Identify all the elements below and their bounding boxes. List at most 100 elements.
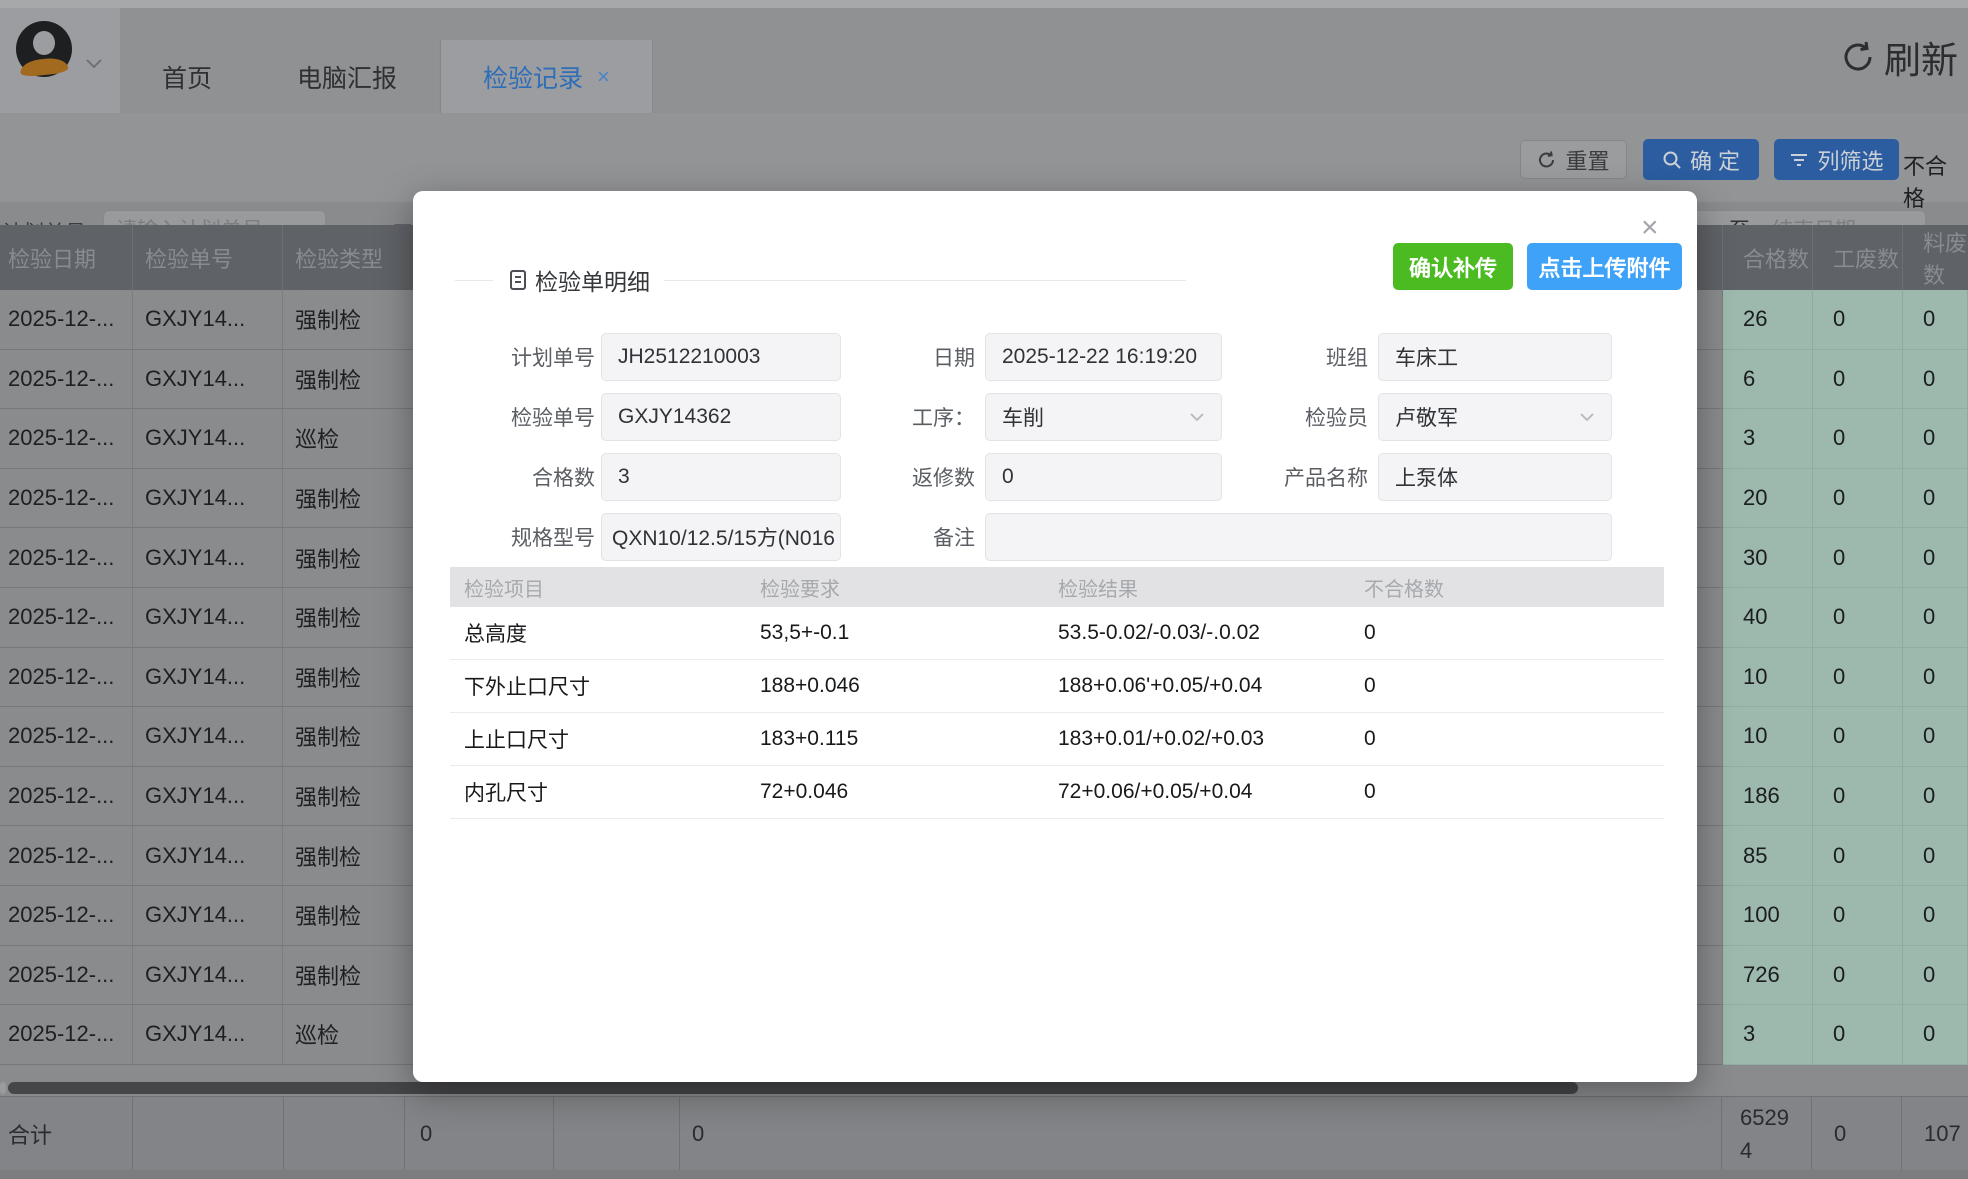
table-row[interactable]: 2025-12-...GXJY14...强制检 xyxy=(0,469,413,529)
cell-hidden xyxy=(1697,588,1723,648)
summary-value: 0 xyxy=(680,1097,1722,1171)
cell-type: 强制检 xyxy=(283,528,413,588)
inspection-item-row[interactable]: 下外止口尺寸188+0.046188+0.06'+0.05/+0.040 xyxy=(450,660,1664,713)
table-row[interactable]: 2025-12-...GXJY14...巡检 xyxy=(0,1005,413,1065)
column-header[interactable]: 检验单号 xyxy=(133,225,283,290)
cell-hidden xyxy=(1697,767,1723,827)
cell-order: GXJY14... xyxy=(133,409,283,469)
user-menu-chevron-down-icon[interactable] xyxy=(84,56,104,70)
table-row[interactable]: 2600 xyxy=(1697,290,1968,350)
refresh-button[interactable]: 刷新 xyxy=(1840,30,1958,84)
product-name-field[interactable]: 上泵体 xyxy=(1378,453,1612,501)
table-row[interactable]: 1000 xyxy=(1697,707,1968,767)
table-row[interactable]: 2025-12-...GXJY14...强制检 xyxy=(0,767,413,827)
table-row[interactable]: 2025-12-...GXJY14...强制检 xyxy=(0,648,413,708)
cell-date: 2025-12-... xyxy=(0,946,133,1006)
tab-computer-report[interactable]: 电脑汇报 xyxy=(255,40,440,113)
table-row[interactable]: 2025-12-...GXJY14...强制检 xyxy=(0,826,413,886)
plan-no-field[interactable]: JH2512210003 xyxy=(601,333,841,381)
table-row[interactable]: 3000 xyxy=(1697,528,1968,588)
cell-hidden xyxy=(1697,350,1723,410)
chevron-down-icon xyxy=(1189,412,1205,422)
cell-hidden xyxy=(1697,707,1723,767)
process-select-field[interactable]: 车削 xyxy=(985,393,1222,441)
inspection-item-row[interactable]: 内孔尺寸72+0.04672+0.06/+0.05/+0.040 xyxy=(450,766,1664,819)
cell-order: GXJY14... xyxy=(133,767,283,827)
cell-order: GXJY14... xyxy=(133,826,283,886)
cell-qualified: 3 xyxy=(1723,1005,1813,1065)
remark-field[interactable] xyxy=(985,513,1612,561)
modal-title: 检验单明细 xyxy=(509,263,650,297)
cell-order: GXJY14... xyxy=(133,528,283,588)
inspector-select-field[interactable]: 卢敬军 xyxy=(1378,393,1612,441)
column-header: 检验结果 xyxy=(1058,573,1364,602)
confirm-button[interactable]: 确 定 xyxy=(1643,139,1759,180)
table-row[interactable]: 2025-12-...GXJY14...强制检 xyxy=(0,588,413,648)
table-row[interactable]: 2025-12-...GXJY14...强制检 xyxy=(0,886,413,946)
team-field[interactable]: 车床工 xyxy=(1378,333,1612,381)
tab-home[interactable]: 首页 xyxy=(120,40,255,113)
cell-type: 强制检 xyxy=(283,469,413,529)
table-row[interactable]: 4000 xyxy=(1697,588,1968,648)
date-field[interactable]: 2025-12-22 16:19:20 xyxy=(985,333,1222,381)
table-row[interactable]: 600 xyxy=(1697,350,1968,410)
table-row[interactable]: 300 xyxy=(1697,1005,1968,1065)
scrollbar-track-nub xyxy=(0,1082,6,1094)
cell-date: 2025-12-... xyxy=(0,767,133,827)
cell-type: 巡检 xyxy=(283,409,413,469)
modal-close-icon[interactable]: × xyxy=(1641,213,1659,243)
cell-date: 2025-12-... xyxy=(0,886,133,946)
table-row[interactable]: 2025-12-...GXJY14...强制检 xyxy=(0,946,413,1006)
tab-inspection-records[interactable]: 检验记录 × xyxy=(440,40,653,113)
cell-work-scrap: 0 xyxy=(1813,707,1903,767)
table-row[interactable]: 2025-12-...GXJY14...强制检 xyxy=(0,528,413,588)
table-row[interactable]: 2000 xyxy=(1697,469,1968,529)
column-header[interactable]: 工废数 xyxy=(1813,225,1903,290)
table-row[interactable]: 2025-12-...GXJY14...强制检 xyxy=(0,290,413,350)
spec-field[interactable]: QXN10/12.5/15方(N016 xyxy=(601,513,841,561)
tab-close-icon[interactable]: × xyxy=(597,64,610,90)
cell-material-scrap: 0 xyxy=(1903,1005,1968,1065)
table-row[interactable]: 300 xyxy=(1697,409,1968,469)
inspection-item-row[interactable]: 总高度53,5+-0.153.5-0.02/-0.03/-.0.020 xyxy=(450,607,1664,660)
table-row[interactable]: 1000 xyxy=(1697,648,1968,708)
column-header[interactable]: 检验日期 xyxy=(0,225,133,290)
cell-work-scrap: 0 xyxy=(1813,409,1903,469)
table-row[interactable]: 2025-12-...GXJY14...强制检 xyxy=(0,350,413,410)
column-header: 不合格数 xyxy=(1364,573,1664,602)
column-header: 检验要求 xyxy=(760,573,1058,602)
inspection-item-row[interactable]: 上止口尺寸183+0.115183+0.01/+0.02/+0.030 xyxy=(450,713,1664,766)
column-header[interactable]: 料废数 xyxy=(1903,225,1968,290)
qualified-field[interactable]: 3 xyxy=(601,453,841,501)
cell-hidden xyxy=(1697,886,1723,946)
inspection-table-body: 总高度53,5+-0.153.5-0.02/-0.03/-.0.020下外止口尺… xyxy=(450,607,1664,819)
cell-type: 强制检 xyxy=(283,826,413,886)
column-header[interactable]: 合格数 xyxy=(1723,225,1813,290)
cell-date: 2025-12-... xyxy=(0,648,133,708)
reset-button[interactable]: 重置 xyxy=(1520,140,1627,179)
table-row[interactable]: 2025-12-...GXJY14...巡检 xyxy=(0,409,413,469)
table-row[interactable]: 10000 xyxy=(1697,886,1968,946)
cell-requirement: 72+0.046 xyxy=(760,780,1058,804)
column-filter-button[interactable]: 列筛选 xyxy=(1774,139,1899,180)
cell-item: 总高度 xyxy=(450,618,760,648)
cell-material-scrap: 0 xyxy=(1903,469,1968,529)
cell-date: 2025-12-... xyxy=(0,469,133,529)
cell-work-scrap: 0 xyxy=(1813,290,1903,350)
cell-material-scrap: 0 xyxy=(1903,946,1968,1006)
cell-date: 2025-12-... xyxy=(0,588,133,648)
scrollbar-thumb[interactable] xyxy=(8,1082,1578,1094)
cell-material-scrap: 0 xyxy=(1903,886,1968,946)
modal-title-row: 检验单明细 xyxy=(413,263,1697,297)
table-row[interactable]: 72600 xyxy=(1697,946,1968,1006)
table-row[interactable]: 8500 xyxy=(1697,826,1968,886)
unqualified-filter-label[interactable]: 不合格 xyxy=(1903,149,1968,213)
cell-date: 2025-12-... xyxy=(0,1005,133,1065)
cell-hidden xyxy=(1697,826,1723,886)
cell-order: GXJY14... xyxy=(133,469,283,529)
repair-field[interactable]: 0 xyxy=(985,453,1222,501)
table-row[interactable]: 18600 xyxy=(1697,767,1968,827)
column-header[interactable]: 检验类型 xyxy=(283,225,413,290)
inspect-no-field[interactable]: GXJY14362 xyxy=(601,393,841,441)
table-row[interactable]: 2025-12-...GXJY14...强制检 xyxy=(0,707,413,767)
